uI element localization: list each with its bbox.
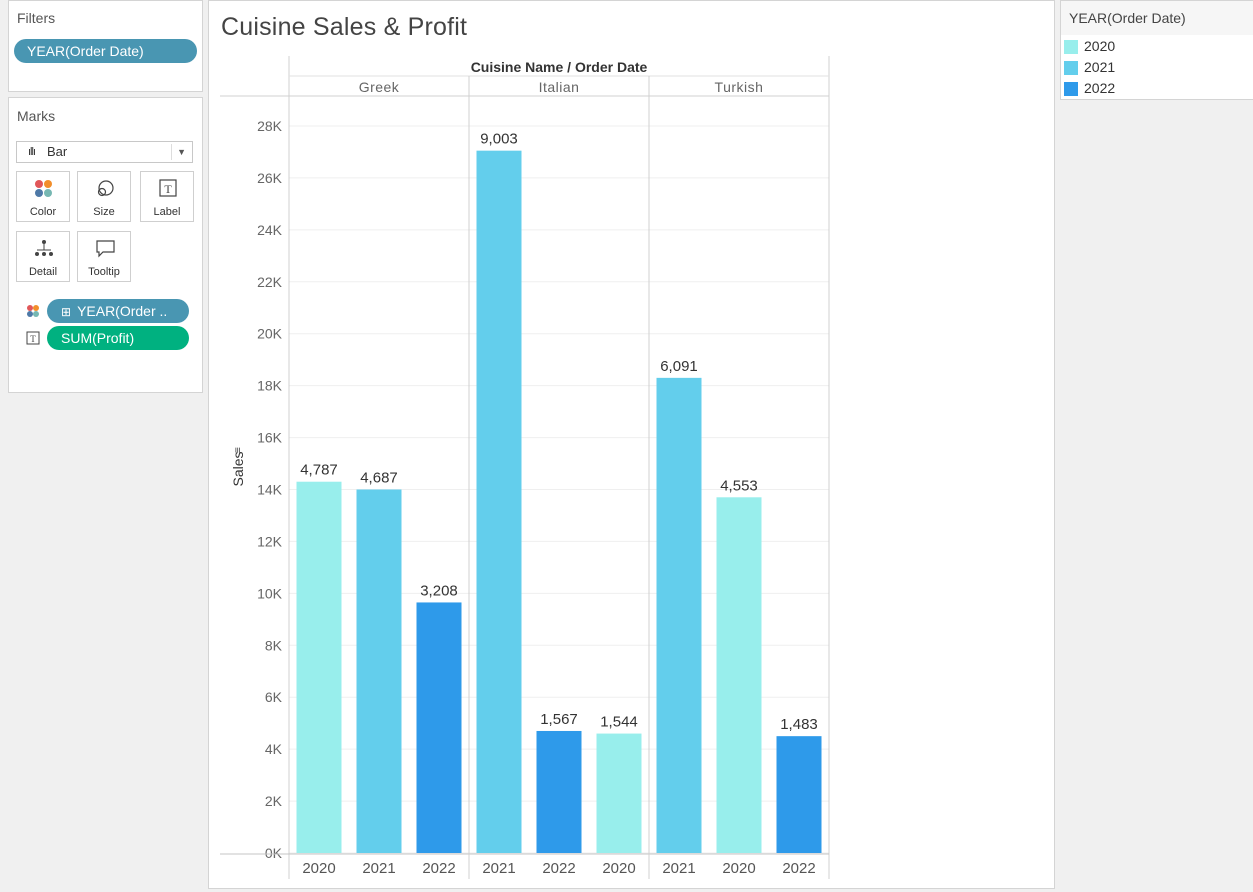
color-button-label: Color [29,206,57,218]
bar-data-label: 1,483 [780,716,818,733]
bar [656,377,702,853]
y-axis-title: Sales [230,451,246,486]
size-button-label: Size [93,206,115,218]
bar-data-label: 4,787 [300,462,338,479]
bar-data-label: 4,687 [360,470,398,487]
bar [716,497,762,853]
tooltip-button-label: Tooltip [88,266,120,278]
x-tick-label: 2022 [422,860,455,877]
legend-title: YEAR(Order Date) [1069,10,1186,26]
x-tick-label: 2021 [482,860,515,877]
bar-data-label: 1,567 [540,711,578,728]
worksheet-canvas: Cuisine Sales & Profit Cuisine Name / Or… [208,0,1055,889]
filters-title: Filters [17,10,56,26]
y-tick-label: 16K [257,430,283,446]
legend-label: 2022 [1084,80,1116,96]
y-tick-label: 2K [265,793,283,809]
mark-type-dropdown[interactable]: ıllı Bar ▼ [16,141,193,163]
bar-data-label: 1,544 [600,714,638,731]
label-button-label: Label [153,206,181,218]
bar [476,150,522,853]
color-legend: YEAR(Order Date) 2020 2021 2022 [1060,0,1253,100]
bar [416,602,462,853]
y-tick-label: 8K [265,637,283,653]
tooltip-icon [78,239,130,259]
y-tick-label: 28K [257,118,283,134]
y-tick-label: 20K [257,326,283,342]
y-tick-label: 10K [257,585,283,601]
legend-swatch [1064,61,1078,75]
y-tick-label: 4K [265,741,283,757]
bar-data-label: 4,553 [720,477,758,494]
svg-text:T: T [164,182,172,196]
pane-header-greek: Greek [359,79,400,95]
x-tick-label: 2021 [662,860,695,877]
color-icon [17,179,69,199]
shelf-pill-profit[interactable]: SUM(Profit) [47,326,189,350]
bar-data-label: 3,208 [420,582,458,599]
expand-icon[interactable]: ⊞ [61,305,71,319]
mark-type-label: Bar [47,144,68,159]
legend-swatch [1064,82,1078,96]
color-button[interactable]: Color [16,171,70,222]
size-button[interactable]: Size [77,171,131,222]
bar-chart-icon: ıllı [28,146,36,158]
marks-card: Marks ıllı Bar ▼ Color Size T Label Deta… [8,97,203,393]
x-tick-label: 2020 [302,860,335,877]
legend-label: 2020 [1084,38,1116,54]
label-icon: T [141,179,193,199]
y-tick-label: 24K [257,222,283,238]
bar-chart: Cuisine Name / Order Date 0K 2K 4K 6K 8K 10K 1… [220,56,830,879]
tooltip-button[interactable]: Tooltip [77,231,131,282]
bar [356,489,402,853]
y-tick-label: 18K [257,378,283,394]
shelf-pill-year[interactable]: ⊞ YEAR(Order .. [47,299,189,323]
x-tick-label: 2022 [542,860,575,877]
y-tick-label: 0K [265,845,283,861]
bar [296,481,342,853]
bar [536,730,582,853]
bar-data-label: 9,003 [480,131,518,148]
label-icon: T [26,331,40,345]
x-tick-label: 2022 [782,860,815,877]
x-tick-label: 2021 [362,860,395,877]
bar-data-label: 6,091 [660,358,698,375]
filter-pill-year[interactable]: YEAR(Order Date) [14,39,197,63]
column-header: Cuisine Name / Order Date [471,59,648,75]
dropdown-divider [171,144,172,160]
svg-text:T: T [30,334,36,344]
bar [776,736,822,853]
marks-title: Marks [17,108,56,124]
bar [596,733,642,853]
sort-icon: ≡ [233,447,244,453]
chevron-down-icon: ▼ [177,147,186,157]
legend-swatch [1064,40,1078,54]
color-icon [26,304,40,318]
shelf-pill-year-label: YEAR(Order .. [77,303,168,319]
y-tick-label: 22K [257,274,283,290]
label-button[interactable]: T Label [140,171,194,222]
y-tick-label: 26K [257,170,283,186]
detail-button-label: Detail [28,266,58,278]
size-icon [78,179,130,199]
y-tick-label: 12K [257,533,283,549]
pane-header-turkish: Turkish [715,79,764,95]
detail-icon [17,239,69,259]
y-tick-label: 6K [265,689,283,705]
detail-button[interactable]: Detail [16,231,70,282]
x-tick-label: 2020 [722,860,755,877]
x-tick-label: 2020 [602,860,635,877]
filters-card: Filters YEAR(Order Date) [8,0,203,92]
pane-header-italian: Italian [539,79,580,95]
y-tick-label: 14K [257,482,283,498]
legend-label: 2021 [1084,59,1116,75]
